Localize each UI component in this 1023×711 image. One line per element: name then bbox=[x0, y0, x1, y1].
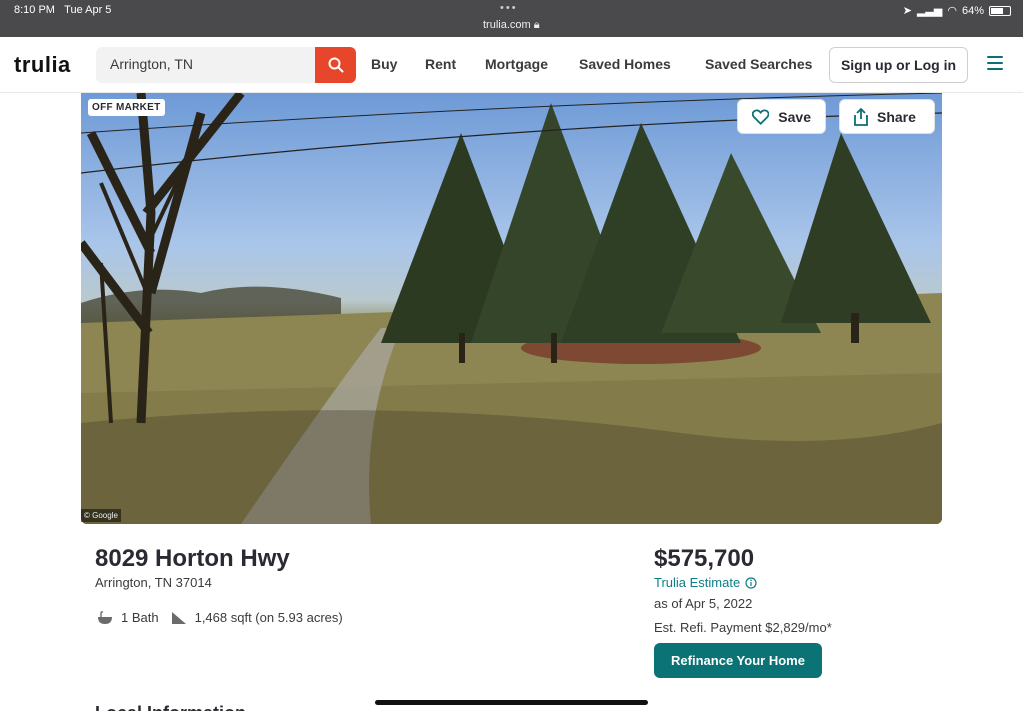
square-feet-icon bbox=[171, 611, 186, 624]
nav-saved-searches[interactable]: Saved Searches bbox=[705, 56, 812, 72]
heart-icon bbox=[752, 108, 770, 125]
save-button[interactable]: Save bbox=[737, 99, 826, 134]
property-city: Arrington, TN 37014 bbox=[95, 575, 212, 590]
property-photo[interactable] bbox=[81, 93, 942, 524]
property-facts: 1 Bath 1,468 sqft (on 5.93 acres) bbox=[97, 610, 343, 625]
trulia-logo[interactable]: trulia bbox=[14, 52, 71, 78]
nav-saved-homes[interactable]: Saved Homes bbox=[579, 56, 671, 72]
bathtub-icon bbox=[98, 610, 112, 624]
wifi-icon: ◠ bbox=[947, 5, 957, 17]
trulia-estimate-link[interactable]: Trulia Estimate bbox=[654, 575, 757, 590]
square-footage: 1,468 sqft (on 5.93 acres) bbox=[194, 610, 343, 625]
site-header: trulia Arrington, TN Buy Rent Mortgage S… bbox=[0, 37, 1023, 93]
status-indicators: ➤ ▂▃▅ ◠ 64% bbox=[903, 4, 1011, 17]
property-price: $575,700 bbox=[654, 545, 755, 572]
bath-count: 1 Bath bbox=[121, 610, 159, 625]
search-button[interactable] bbox=[315, 47, 356, 83]
property-address: 8029 Horton Hwy bbox=[95, 545, 290, 572]
signal-icon: ▂▃▅ bbox=[916, 5, 943, 17]
refinance-button[interactable]: Refinance Your Home bbox=[654, 643, 822, 678]
search-input[interactable]: Arrington, TN bbox=[96, 47, 316, 83]
nav-mortgage[interactable]: Mortgage bbox=[485, 56, 548, 72]
share-icon bbox=[854, 107, 868, 126]
info-icon[interactable] bbox=[745, 576, 757, 589]
nav-rent[interactable]: Rent bbox=[425, 56, 456, 72]
nav-buy[interactable]: Buy bbox=[371, 56, 397, 72]
tab-dots-icon[interactable]: ••• bbox=[500, 2, 518, 14]
home-indicator[interactable] bbox=[375, 700, 648, 705]
lock-icon: 🔒︎ bbox=[533, 19, 540, 31]
save-label: Save bbox=[778, 108, 811, 125]
estimate-date: as of Apr 5, 2022 bbox=[654, 596, 753, 611]
google-copyright: © Google bbox=[81, 509, 121, 522]
share-label: Share bbox=[877, 108, 916, 125]
search-icon bbox=[328, 57, 343, 73]
url-bar[interactable]: trulia.com 🔒︎ bbox=[483, 19, 540, 32]
status-bar: 8:10 PM Tue Apr 5 ••• trulia.com 🔒︎ ➤ ▂▃… bbox=[0, 0, 1023, 37]
share-button[interactable]: Share bbox=[839, 99, 935, 134]
location-icon: ➤ bbox=[902, 5, 912, 17]
off-market-badge: OFF MARKET bbox=[88, 99, 165, 116]
battery-icon bbox=[989, 5, 1011, 16]
battery-percent: 64% bbox=[961, 4, 984, 17]
login-button[interactable]: Sign up or Log in bbox=[829, 47, 968, 83]
local-information-heading: Local Information bbox=[95, 703, 246, 711]
refi-payment: Est. Refi. Payment $2,829/mo* bbox=[654, 620, 832, 635]
street-view-image bbox=[81, 93, 942, 524]
hamburger-menu-icon[interactable] bbox=[987, 56, 1003, 70]
estimate-label: Trulia Estimate bbox=[654, 575, 741, 590]
status-time: 8:10 PM Tue Apr 5 bbox=[14, 4, 112, 16]
